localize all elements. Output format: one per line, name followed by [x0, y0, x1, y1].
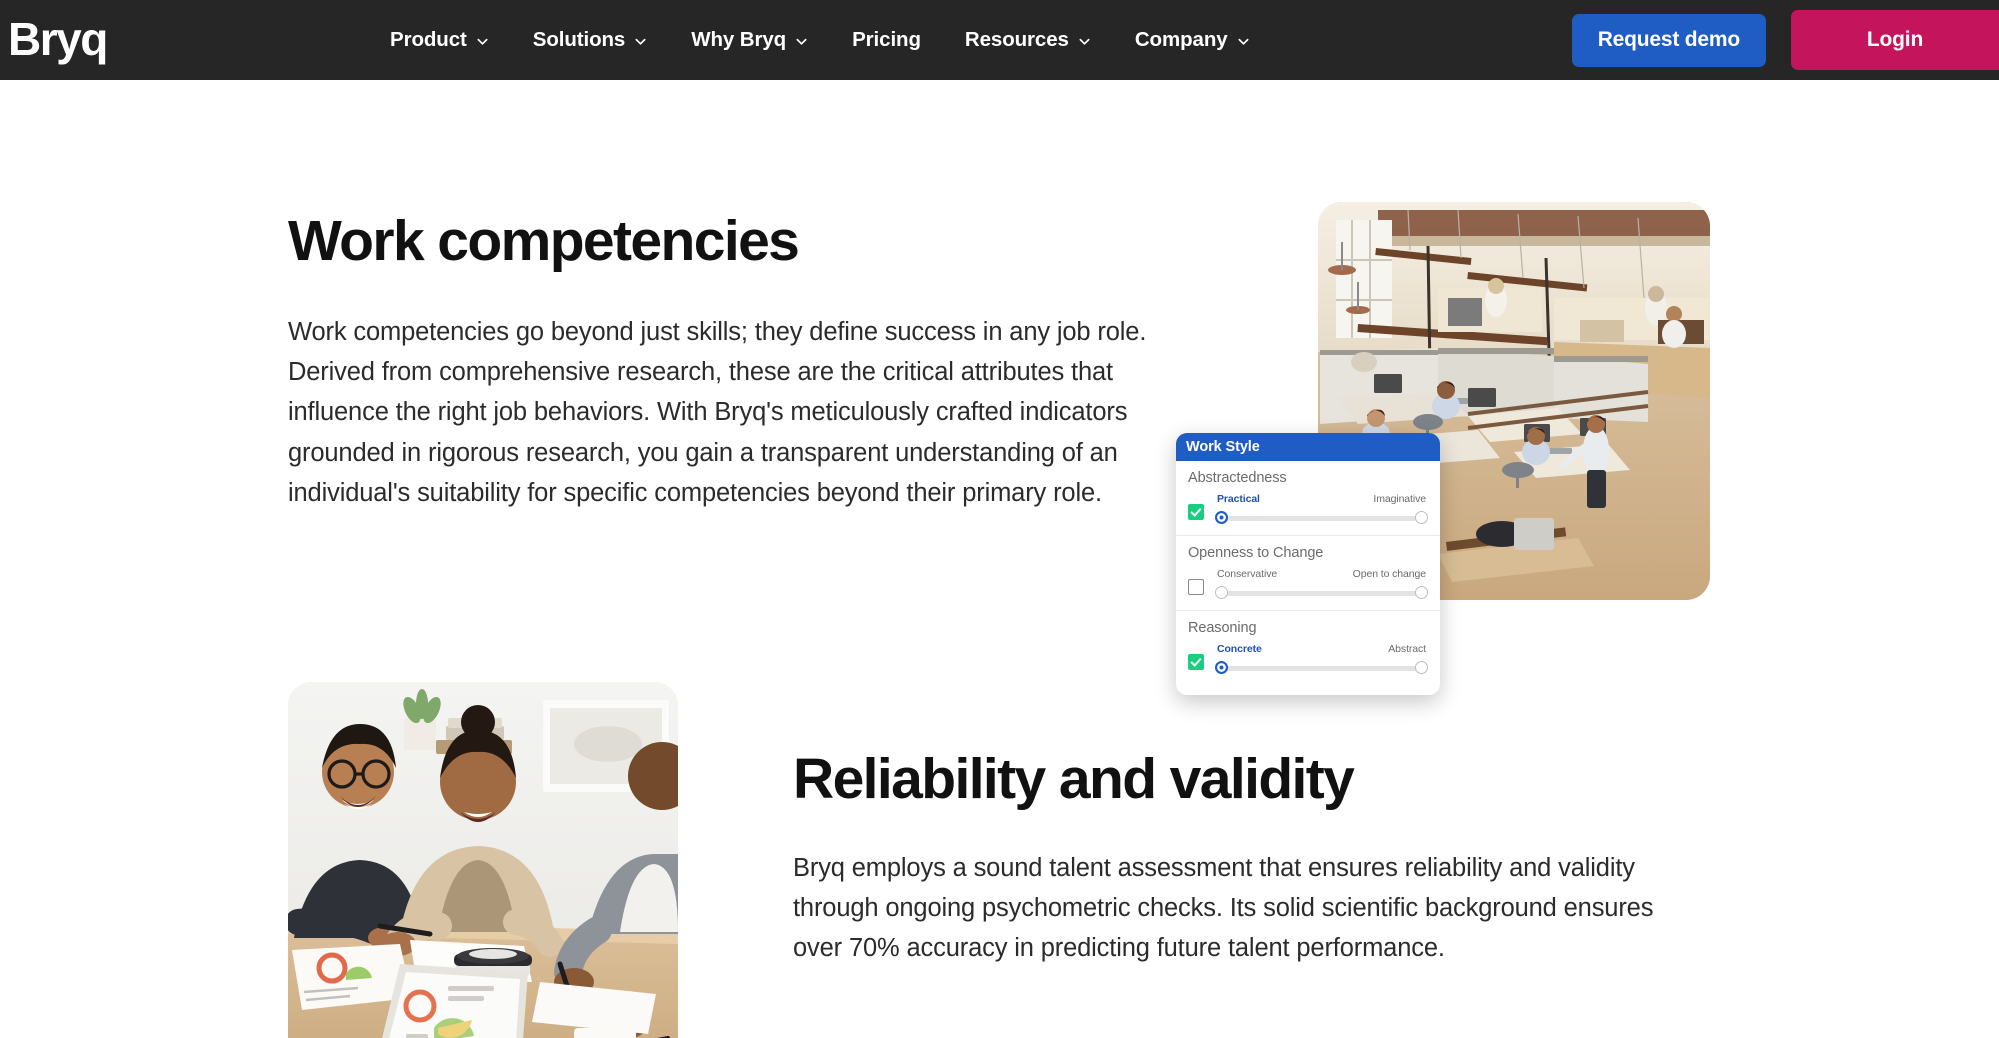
nav-item-resources[interactable]: Resources — [943, 0, 1113, 80]
trait-name-abstractedness: Abstractedness — [1188, 470, 1287, 486]
slider-knob-right[interactable] — [1415, 586, 1428, 599]
slider-knob-left[interactable] — [1215, 661, 1228, 674]
nav-item-pricing-label: Pricing — [852, 28, 921, 51]
work-style-card: Work Style Abstractedness Practical Imag… — [1176, 433, 1440, 695]
slider-knob-right[interactable] — [1415, 511, 1428, 524]
trait-row-reasoning: Reasoning Concrete Abstract — [1176, 611, 1440, 685]
page-title: Work competencies — [288, 209, 800, 273]
nav-item-solutions-label: Solutions — [532, 28, 626, 51]
nav-item-why-bryq-label: Why Bryq — [691, 28, 787, 51]
nav-item-product[interactable]: Product — [368, 0, 511, 80]
trait-slider-openness-to-change[interactable] — [1215, 586, 1428, 600]
section-title-reliability: Reliability and validity — [793, 747, 1355, 811]
nav-item-pricing[interactable]: Pricing — [830, 0, 943, 80]
slider-track — [1221, 516, 1422, 521]
work-style-card-header: Work Style — [1176, 433, 1440, 461]
chevron-down-icon — [1237, 35, 1250, 48]
trait-right-label-openness-to-change: Open to change — [1352, 568, 1426, 580]
nav-item-why-bryq[interactable]: Why Bryq — [669, 0, 830, 80]
trait-slider-abstractedness[interactable] — [1215, 511, 1428, 525]
trait-scale-openness-to-change: Conservative Open to change — [1215, 568, 1428, 600]
chevron-down-icon — [1078, 35, 1091, 48]
bryq-logo[interactable]: Bryq — [8, 10, 108, 68]
slider-track — [1221, 591, 1422, 596]
trait-left-label-reasoning: Concrete — [1217, 643, 1262, 655]
nav-item-company[interactable]: Company — [1113, 0, 1272, 80]
chevron-down-icon — [634, 35, 647, 48]
trait-checkbox-abstractedness[interactable] — [1188, 504, 1204, 520]
meeting-photo — [288, 682, 678, 1038]
work-competencies-body: Work competencies go beyond just skills;… — [288, 317, 1147, 507]
work-style-card-title: Work Style — [1186, 439, 1260, 455]
top-navigation-bar: Bryq Product Solutions Why Bryq Pricing … — [0, 0, 1999, 80]
reliability-validity-section: Reliability and validity Bryq employs a … — [793, 747, 1693, 969]
trait-left-label-abstractedness: Practical — [1217, 493, 1260, 505]
chevron-down-icon — [476, 35, 489, 48]
trait-right-label-abstractedness: Imaginative — [1373, 493, 1426, 505]
nav-item-solutions[interactable]: Solutions — [511, 0, 669, 80]
nav-item-product-label: Product — [390, 28, 467, 51]
nav-actions: Request demo Login — [1571, 0, 1999, 80]
trait-row-openness-to-change: Openness to Change Conservative Open to … — [1176, 536, 1440, 611]
trait-name-reasoning: Reasoning — [1188, 620, 1257, 636]
page-content: Work competencies Work competencies go b… — [0, 80, 1999, 1038]
trait-name-openness-to-change: Openness to Change — [1188, 545, 1324, 561]
trait-scale-abstractedness: Practical Imaginative — [1215, 493, 1428, 525]
main-nav: Product Solutions Why Bryq Pricing Resou… — [368, 0, 1272, 80]
trait-scale-reasoning: Concrete Abstract — [1215, 643, 1428, 675]
reliability-validity-body: Bryq employs a sound talent assessment t… — [793, 853, 1654, 963]
chevron-down-icon — [795, 35, 808, 48]
slider-knob-left[interactable] — [1215, 586, 1228, 599]
trait-checkbox-openness-to-change[interactable] — [1188, 579, 1204, 595]
slider-track — [1221, 666, 1422, 671]
login-button[interactable]: Login — [1791, 10, 1999, 70]
trait-row-abstractedness: Abstractedness Practical Imaginative — [1176, 461, 1440, 536]
slider-knob-right[interactable] — [1415, 661, 1428, 674]
request-demo-button[interactable]: Request demo — [1571, 13, 1766, 67]
nav-item-resources-label: Resources — [964, 28, 1069, 51]
work-competencies-section: Work competencies Work competencies go b… — [288, 209, 1178, 513]
trait-slider-reasoning[interactable] — [1215, 661, 1428, 675]
trait-checkbox-reasoning[interactable] — [1188, 654, 1204, 670]
nav-item-company-label: Company — [1134, 28, 1228, 51]
slider-knob-left[interactable] — [1215, 511, 1228, 524]
meeting-photo-illustration — [288, 682, 678, 1038]
trait-left-label-openness-to-change: Conservative — [1217, 568, 1278, 580]
trait-right-label-reasoning: Abstract — [1388, 643, 1426, 655]
